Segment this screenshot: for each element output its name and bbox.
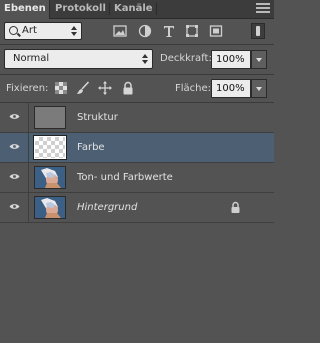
layer-name: Ton- und Farbwerte (77, 172, 173, 183)
layer-name: Farbe (77, 142, 105, 153)
eye-icon (9, 144, 20, 149)
lock-label: Fixieren: (6, 83, 49, 94)
visibility-toggle[interactable] (0, 163, 29, 192)
blend-mode-select[interactable]: Normal (4, 49, 153, 69)
portrait-thumbnail-image (35, 197, 65, 218)
lock-all-icon[interactable] (121, 81, 135, 95)
fill-input[interactable]: 100% (211, 79, 251, 98)
portrait-thumbnail-image (35, 167, 65, 188)
eye-icon (9, 114, 20, 119)
updown-arrows-icon (71, 26, 77, 36)
layer-name: Hintergrund (77, 202, 138, 213)
filter-kind-value: Art (22, 25, 37, 36)
layer-row-struktur[interactable]: Struktur (0, 103, 274, 133)
layer-thumbnail (33, 135, 67, 160)
filter-kind-select[interactable]: Art (4, 22, 82, 40)
shape-filter-icon[interactable] (185, 24, 199, 38)
filter-toggle-switch[interactable] (251, 23, 265, 39)
layer-thumbnail (34, 106, 66, 129)
search-icon (9, 26, 18, 35)
visibility-toggle[interactable] (0, 133, 29, 162)
panel-menu-icon[interactable] (256, 3, 270, 15)
smartobject-filter-icon[interactable] (209, 24, 223, 38)
adjustment-filter-icon[interactable] (138, 24, 152, 38)
eye-icon (9, 174, 20, 179)
layer-row-farbe[interactable]: Farbe (0, 133, 274, 163)
layer-row-ton-und-farbwerte[interactable]: Ton- und Farbwerte (0, 163, 274, 193)
layer-thumbnail (34, 166, 66, 189)
layers-panel: Ebenen Protokoll Kanäle Art Normal Deckk… (0, 0, 274, 343)
lock-image-pixels-icon[interactable] (76, 81, 90, 95)
updown-arrows-icon (142, 54, 148, 64)
opacity-input[interactable]: 100% (211, 50, 251, 69)
opacity-dropdown-button[interactable] (251, 50, 267, 69)
visibility-toggle[interactable] (0, 103, 29, 132)
eye-icon (9, 204, 20, 209)
blend-mode-value: Normal (13, 53, 50, 64)
tab-kanaele[interactable]: Kanäle (110, 0, 156, 18)
layer-filter-row: Art (0, 19, 274, 44)
layer-thumbnail (34, 196, 66, 219)
layer-name: Struktur (77, 112, 118, 123)
layer-row-hintergrund[interactable]: Hintergrund (0, 193, 274, 223)
divider (0, 74, 274, 75)
layers-list: Struktur Farbe Ton- und Farbwerte Hinter… (0, 103, 274, 343)
tab-divider (156, 3, 157, 15)
divider (0, 44, 274, 45)
tab-protokoll[interactable]: Protokoll (51, 0, 109, 18)
text-filter-icon[interactable] (162, 24, 176, 38)
lock-transparent-pixels-icon[interactable] (54, 81, 68, 95)
fill-label: Fläche: (175, 83, 212, 94)
lock-position-icon[interactable] (98, 81, 112, 95)
tab-ebenen[interactable]: Ebenen (0, 0, 50, 19)
lock-icon[interactable] (230, 201, 241, 214)
opacity-label: Deckkraft: (160, 53, 212, 64)
panel-tab-bar: Ebenen Protokoll Kanäle (0, 0, 274, 19)
fill-dropdown-button[interactable] (251, 79, 267, 98)
visibility-toggle[interactable] (0, 193, 29, 222)
image-filter-icon[interactable] (113, 24, 127, 38)
